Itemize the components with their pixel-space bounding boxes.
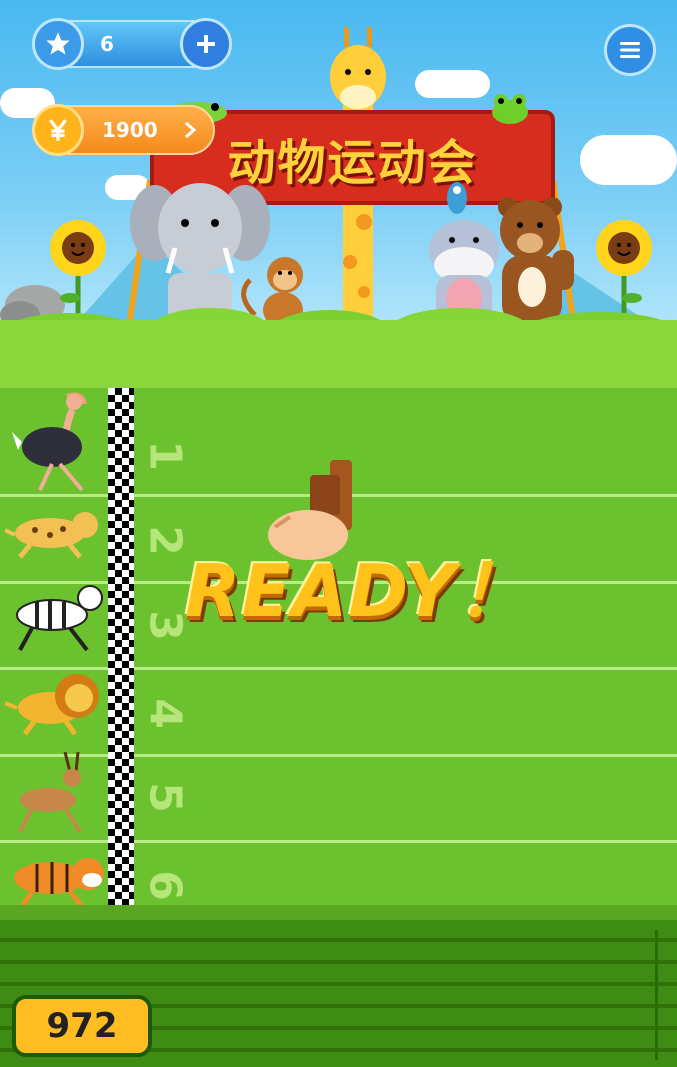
chevron-right-icon[interactable]: [183, 121, 197, 139]
lane-number-3: 3: [139, 610, 191, 641]
tiger-runner[interactable]: [2, 848, 107, 908]
start-line: [108, 388, 134, 968]
lane-divider: [0, 754, 677, 757]
zebra-runner[interactable]: [2, 580, 107, 655]
cloud: [415, 70, 490, 98]
add-stars-button[interactable]: [180, 18, 232, 70]
gazelle-runner[interactable]: [10, 750, 100, 835]
yen-coin-icon: [49, 119, 67, 141]
star-icon: [46, 32, 70, 55]
lane-divider: [0, 840, 677, 843]
ready-banner: READY！: [185, 549, 530, 633]
coin-badge: [32, 104, 84, 156]
ostrich-runner[interactable]: [12, 392, 97, 494]
frog-icon: [492, 94, 528, 124]
lane-number-6: 6: [139, 870, 191, 901]
lane-number-2: 2: [139, 525, 191, 556]
coins-count: 1900: [102, 118, 158, 142]
lane-number-1: 1: [139, 440, 191, 471]
cheetah-runner[interactable]: [5, 505, 100, 560]
menu-icon: [620, 42, 640, 58]
game-stage: 动物运动会 1 2 3 4 5 6 READY！ 972 6 1900: [0, 0, 677, 1067]
lion-runner[interactable]: [5, 668, 100, 738]
score-display: 972: [12, 995, 152, 1057]
lane-number-5: 5: [139, 782, 191, 813]
lane-divider: [0, 667, 677, 670]
stars-count: 6: [100, 32, 114, 56]
star-badge: [32, 18, 84, 70]
plus-icon: [197, 35, 215, 53]
grass-hill: [0, 320, 677, 390]
menu-button[interactable]: [604, 24, 656, 76]
lane-number-4: 4: [139, 698, 191, 729]
score-value: 972: [46, 1006, 118, 1046]
cloud: [580, 135, 677, 185]
field-divider: [655, 930, 658, 1060]
